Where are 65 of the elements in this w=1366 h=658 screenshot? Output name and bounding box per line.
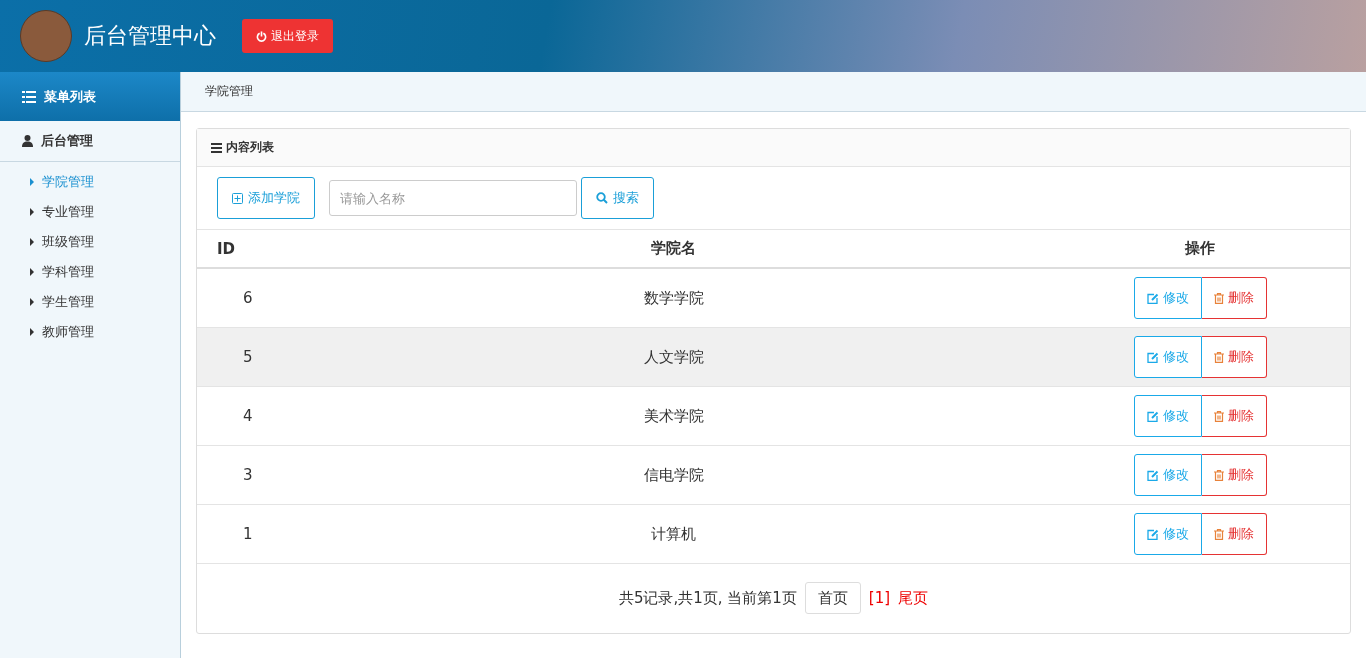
caret-icon <box>30 328 34 336</box>
breadcrumb: 学院管理 <box>205 83 253 100</box>
table-cell-text: 计算机 <box>650 524 697 544</box>
column-header: 操作 <box>1184 239 1216 258</box>
menu-icon <box>211 142 222 153</box>
caret-icon <box>30 178 34 186</box>
delete-button[interactable]: 删除 <box>1201 513 1267 555</box>
sidebar-item[interactable]: 班级管理 <box>0 227 94 257</box>
table-cell-text: 4 <box>242 407 254 425</box>
edit-icon <box>1146 528 1159 540</box>
avatar-photo-placeholder <box>20 10 72 62</box>
search-icon <box>596 192 608 204</box>
sidebar-item[interactable]: 教师管理 <box>0 317 94 347</box>
search-button[interactable]: 搜索 <box>581 177 654 219</box>
edit-button[interactable]: 修改 <box>1133 454 1202 496</box>
caret-icon <box>30 208 34 216</box>
plus-square-icon <box>232 192 243 204</box>
edit-button[interactable]: 修改 <box>1133 395 1202 437</box>
table-cell-text: 3 <box>242 466 254 484</box>
pagination-summary: 共5记录,共1页, 当前第1页 <box>618 588 797 608</box>
power-icon <box>256 30 267 42</box>
caret-icon <box>30 298 34 306</box>
table-cell-text: 6 <box>242 289 254 307</box>
menu-heading: 菜单列表 <box>44 87 96 106</box>
user-icon <box>22 135 33 147</box>
delete-button[interactable]: 删除 <box>1201 454 1267 496</box>
edit-button[interactable]: 修改 <box>1133 336 1202 378</box>
menu-group-title: 后台管理 <box>41 132 93 150</box>
table-cell-text: 5 <box>242 348 254 366</box>
panel-title: 内容列表 <box>226 139 274 156</box>
delete-button[interactable]: 删除 <box>1201 395 1267 437</box>
sidebar-item[interactable]: 学科管理 <box>0 257 94 287</box>
caret-icon <box>30 268 34 276</box>
edit-icon <box>1146 292 1159 304</box>
delete-button[interactable]: 删除 <box>1201 336 1267 378</box>
column-header: ID <box>216 239 237 258</box>
table-cell-text: 数学学院 <box>642 288 705 308</box>
column-header: 学院名 <box>650 239 697 258</box>
trash-icon <box>1213 469 1224 481</box>
list-icon <box>22 90 36 103</box>
sidebar-item[interactable]: 学院管理 <box>0 167 94 197</box>
edit-button[interactable]: 修改 <box>1133 513 1202 555</box>
table-cell-text: 人文学院 <box>642 347 705 367</box>
last-page-link[interactable]: 尾页 <box>898 588 929 608</box>
sidebar-item[interactable]: 学生管理 <box>0 287 94 317</box>
site-title: 后台管理中心 <box>84 22 216 50</box>
search-field[interactable]: 请输入名称 <box>329 180 577 216</box>
edit-button[interactable]: 修改 <box>1133 277 1202 319</box>
table-cell-text: 美术学院 <box>642 406 705 426</box>
trash-icon <box>1213 528 1224 540</box>
edit-icon <box>1146 410 1159 422</box>
edit-icon <box>1146 351 1159 363</box>
logout-button[interactable]: 退出登录 <box>242 19 333 53</box>
trash-icon <box>1213 410 1224 422</box>
caret-icon <box>30 238 34 246</box>
table-cell-text: 信电学院 <box>642 465 705 485</box>
sidebar-item[interactable]: 专业管理 <box>0 197 94 227</box>
add-button[interactable]: 添加学院 <box>217 177 315 219</box>
trash-icon <box>1213 292 1224 304</box>
trash-icon <box>1213 351 1224 363</box>
first-page-button[interactable]: 首页 <box>804 582 861 614</box>
table-cell-text: 1 <box>242 525 254 543</box>
delete-button[interactable]: 删除 <box>1201 277 1267 319</box>
page-link[interactable]: [1] <box>868 589 891 607</box>
edit-icon <box>1146 469 1159 481</box>
